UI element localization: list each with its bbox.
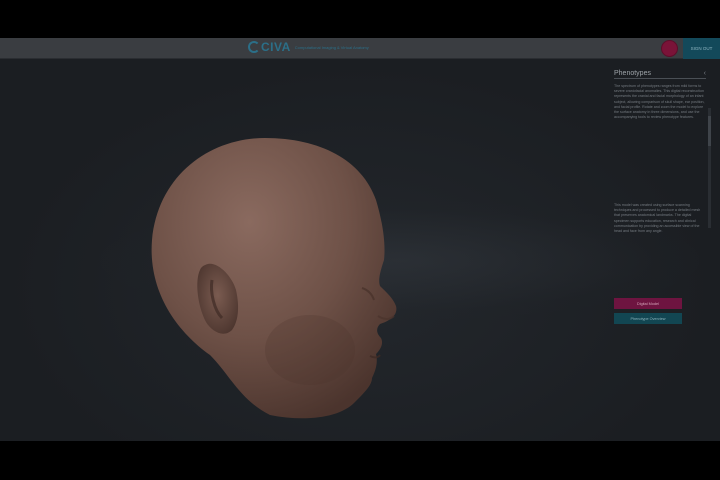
panel-scrollbar-thumb[interactable] <box>708 116 711 146</box>
avatar[interactable] <box>661 40 678 57</box>
collapse-panel-icon[interactable]: ‹ <box>704 70 706 77</box>
info-panel: ‹ Phenotypes The spectrum of phenotypes … <box>614 70 706 340</box>
panel-title: Phenotypes <box>614 70 706 79</box>
panel-paragraph-1: The spectrum of phenotypes ranges from m… <box>614 84 705 120</box>
head-silhouette <box>151 138 397 419</box>
logo-mark-icon <box>248 41 260 53</box>
3d-viewport[interactable] <box>0 60 720 441</box>
letterbox-bottom <box>0 441 720 480</box>
logo-text: CIVA <box>261 40 291 54</box>
logo-subtitle: Computational Imaging & Virtual Anatomy <box>294 44 369 50</box>
phenotype-overview-button[interactable]: Phenotype Overview <box>614 313 682 324</box>
sign-out-button[interactable]: SIGN OUT <box>683 38 720 59</box>
panel-scrollbar[interactable] <box>708 108 711 228</box>
panel-paragraph-2: This model was created using surface sca… <box>614 203 701 234</box>
digital-model-button[interactable]: Digital Model <box>614 298 682 309</box>
logo[interactable]: CIVA Computational Imaging & Virtual Ana… <box>248 40 369 54</box>
infant-head-model[interactable] <box>140 130 410 420</box>
app-window: CIVA Computational Imaging & Virtual Ana… <box>0 38 720 441</box>
letterbox-top <box>0 0 720 38</box>
top-bar: CIVA Computational Imaging & Virtual Ana… <box>0 38 720 59</box>
